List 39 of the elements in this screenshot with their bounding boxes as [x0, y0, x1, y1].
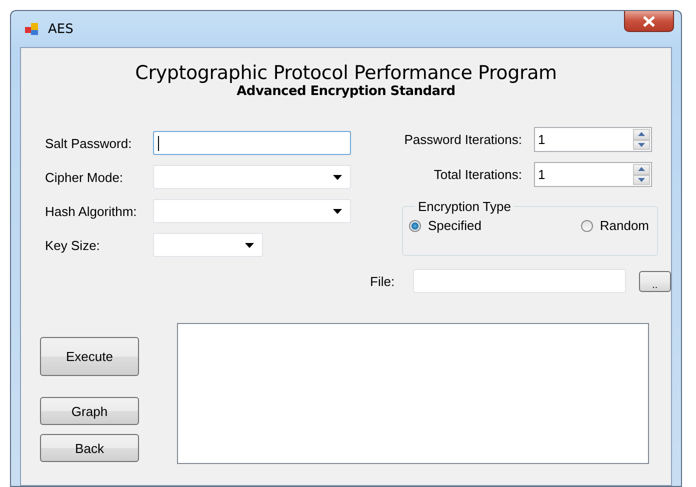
radio-option[interactable]: Random — [580, 218, 649, 233]
up-arrow-icon — [638, 167, 645, 172]
dropdown-field[interactable] — [153, 165, 351, 189]
program-subtitle: Advanced Encryption Standard — [236, 84, 456, 99]
field-label: Salt Password: — [45, 136, 133, 150]
spin-up-button[interactable] — [633, 129, 650, 140]
dropdown-field[interactable] — [153, 199, 351, 223]
dropdown-arrow-icon — [333, 209, 342, 214]
dropdown-arrow-icon — [245, 243, 254, 248]
down-arrow-icon — [638, 178, 645, 182]
spin-down-button[interactable] — [633, 140, 650, 150]
field-label: Total Iterations: — [432, 167, 522, 182]
field-label: Key Size: — [45, 238, 101, 252]
file-path-field[interactable] — [412, 269, 626, 293]
dropdown-arrow-icon — [333, 175, 342, 180]
close-button[interactable] — [624, 11, 674, 32]
up-arrow-icon — [638, 132, 645, 136]
action-button[interactable]: Execute — [40, 337, 139, 376]
radio-option[interactable]: Specified — [409, 218, 482, 233]
group-legend: Encryption Type — [415, 199, 514, 214]
field-label: Password Iterations: — [403, 132, 522, 147]
program-title: Cryptographic Protocol Performance Program — [135, 62, 557, 84]
number-spinner[interactable]: 1 — [534, 162, 652, 187]
field-label: File: — [370, 274, 395, 288]
spin-up-button[interactable] — [633, 164, 650, 174]
close-icon — [642, 16, 656, 26]
field-label: Hash Algorithm: — [45, 204, 138, 218]
text-caret — [158, 136, 159, 150]
dropdown-field[interactable] — [153, 233, 263, 257]
browse-button[interactable]: .. — [638, 270, 671, 292]
salt-password-field[interactable] — [153, 131, 351, 155]
down-arrow-icon — [638, 142, 645, 147]
app-icon — [24, 21, 40, 37]
number-spinner[interactable]: 1 — [534, 127, 652, 152]
field-label: Cipher Mode: — [45, 170, 124, 184]
spin-down-button[interactable] — [633, 174, 650, 185]
action-button[interactable]: Back — [40, 434, 139, 462]
action-button[interactable]: Graph — [40, 397, 139, 425]
window-title: AES — [48, 22, 74, 36]
